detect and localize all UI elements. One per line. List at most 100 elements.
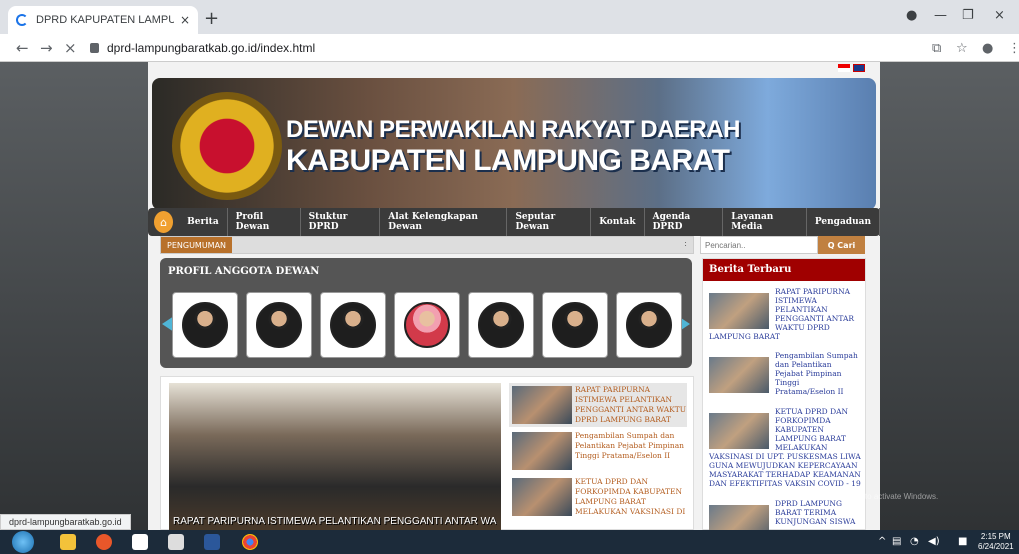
menu-item-agenda-dprd[interactable]: Agenda DPRD <box>645 208 724 236</box>
web-page: DEWAN PERWAKILAN RAKYAT DAERAH KABUPATEN… <box>0 62 1019 530</box>
star-icon[interactable]: ☆ <box>956 41 968 56</box>
site-container: DEWAN PERWAKILAN RAKYAT DAERAH KABUPATEN… <box>148 62 880 530</box>
member-card[interactable] <box>468 292 534 358</box>
menu-item-stuktur-dprd[interactable]: Stuktur DPRD <box>301 208 381 236</box>
chrome-icon[interactable] <box>242 534 258 550</box>
menu-item-alat-kelengkapan[interactable]: Alat Kelengkapan Dewan <box>380 208 508 236</box>
news-slider-item[interactable]: Pengambilan Sumpah dan Pelantikan Pejaba… <box>509 429 687 473</box>
announcement-label: PENGUMUMAN <box>161 237 233 253</box>
status-bar-url: dprd-lampungbaratkab.go.id <box>0 514 131 530</box>
tab-close-icon[interactable]: × <box>180 13 190 27</box>
member-profile-carousel: PROFIL ANGGOTA DEWAN <box>160 258 692 368</box>
volume-icon[interactable]: ◀) <box>928 536 940 547</box>
address-bar: ← → × dprd-lampungbaratkab.go.id/index.h… <box>0 34 1019 62</box>
menu-dots-icon[interactable]: ⋮ <box>1008 41 1019 56</box>
news-thumbnail <box>709 357 769 393</box>
stop-button[interactable]: × <box>64 39 77 57</box>
main-news-image[interactable]: RAPAT PARIPURNA ISTIMEWA PELANTIKAN PENG… <box>169 383 501 530</box>
menu-item-berita[interactable]: Berita <box>179 208 228 236</box>
back-button[interactable]: ← <box>16 39 29 57</box>
latest-news-tail[interactable]: LAMPUNG BARAT <box>709 332 861 341</box>
network-icon[interactable]: ▤ <box>892 536 901 547</box>
member-portrait <box>552 302 598 348</box>
loading-icon <box>16 14 28 26</box>
profile-icon[interactable]: ● <box>982 41 993 56</box>
profile-title: PROFIL ANGGOTA DEWAN <box>168 266 320 277</box>
news-thumbnail <box>512 432 572 470</box>
member-portrait <box>478 302 524 348</box>
latest-news-tail[interactable]: VAKSINASI DI UPT. PUSKESMAS LIWA GUNA ME… <box>709 452 861 488</box>
news-thumbnail <box>709 293 769 329</box>
windows-activation-watermark: Go to Settings to activate Windows. <box>812 492 939 501</box>
latest-news-item[interactable]: KETUA DPRD DAN FORKOPIMDA KABUPATEN LAMP… <box>709 407 861 488</box>
latest-news-text[interactable]: RAPAT PARIPURNA ISTIMEWA PELANTIKAN PENG… <box>775 287 861 332</box>
new-tab-button[interactable]: + <box>204 8 219 29</box>
notification-icon[interactable]: ■ <box>958 536 967 547</box>
latest-news-text[interactable]: KETUA DPRD DAN FORKOPIMDA KABUPATEN LAMP… <box>775 407 861 452</box>
member-portrait <box>330 302 376 348</box>
tab-title: DPRD KAPUPATEN LAMPUNG BA <box>36 14 174 26</box>
lock-icon <box>90 43 99 53</box>
latest-news-item[interactable]: RAPAT PARIPURNA ISTIMEWA PELANTIKAN PENG… <box>709 287 861 341</box>
member-card[interactable] <box>246 292 312 358</box>
member-card[interactable] <box>394 292 460 358</box>
news-slider-item[interactable]: RAPAT PARIPURNA ISTIMEWA PELANTIKAN PENG… <box>509 383 687 427</box>
wifi-icon[interactable]: ◔ <box>910 536 919 547</box>
latest-news-item[interactable]: Pengambilan Sumpah dan Pelantikan Pejaba… <box>709 351 861 396</box>
firefox-icon[interactable] <box>96 534 112 550</box>
forward-button[interactable]: → <box>40 39 53 57</box>
menu-item-layanan-media[interactable]: Layanan Media <box>723 208 807 236</box>
record-icon[interactable]: ● <box>906 8 917 23</box>
word-icon[interactable] <box>204 534 220 550</box>
latest-news-text[interactable]: DPRD LAMPUNG BARAT TERIMA KUNJUNGAN SISW… <box>775 499 861 526</box>
main-news-caption[interactable]: RAPAT PARIPURNA ISTIMEWA PELANTIKAN PENG… <box>173 516 497 527</box>
member-portrait <box>404 302 450 348</box>
home-icon[interactable]: ⌂ <box>154 211 174 233</box>
taskbar-clock[interactable]: 2:15 PM 6/24/2021 <box>978 532 1014 552</box>
member-portrait <box>256 302 302 348</box>
browser-tab-bar: DPRD KAPUPATEN LAMPUNG BA × + ● — ❐ × <box>0 0 1019 34</box>
search-input[interactable] <box>700 236 818 254</box>
language-flags <box>838 64 865 72</box>
close-window-button[interactable]: × <box>994 8 1005 23</box>
file-explorer-icon[interactable] <box>60 534 76 550</box>
notes-app-icon[interactable] <box>132 534 148 550</box>
url-text: dprd-lampungbaratkab.go.id/index.html <box>107 41 316 55</box>
windows-taskbar: ^ ▤ ◔ ◀) ■ 2:15 PM 6/24/2021 <box>0 530 1019 554</box>
background-left <box>0 62 148 530</box>
menu-item-pengaduan[interactable]: Pengaduan <box>807 208 880 236</box>
sidebar-title: Berita Terbaru <box>703 259 865 281</box>
search-button[interactable]: Q Cari <box>818 236 865 254</box>
clock-date: 6/24/2021 <box>978 542 1014 551</box>
url-field[interactable]: dprd-lampungbaratkab.go.id/index.html <box>90 38 950 58</box>
member-card[interactable] <box>616 292 682 358</box>
start-button-icon[interactable] <box>12 531 34 553</box>
clock-time: 2:15 PM <box>980 532 1011 541</box>
browser-tab[interactable]: DPRD KAPUPATEN LAMPUNG BA × <box>8 6 198 34</box>
news-slider-item[interactable]: KETUA DPRD DAN FORKOPIMDA KABUPATEN LAMP… <box>509 475 687 519</box>
store-icon[interactable] <box>168 534 184 550</box>
translate-icon[interactable]: ⧉ <box>932 41 941 56</box>
uk-flag-icon[interactable] <box>853 64 865 72</box>
menu-item-seputar-dewan[interactable]: Seputar Dewan <box>507 208 592 236</box>
announcement-close[interactable]: : <box>684 239 687 248</box>
menu-item-profil-dewan[interactable]: Profil Dewan <box>228 208 301 236</box>
tray-chevron-icon[interactable]: ^ <box>878 536 886 547</box>
site-banner: DEWAN PERWAKILAN RAKYAT DAERAH KABUPATEN… <box>152 78 876 210</box>
announcement-bar: PENGUMUMAN : <box>160 236 694 254</box>
news-slider-text: Pengambilan Sumpah dan Pelantikan Pejaba… <box>575 431 684 460</box>
member-card[interactable] <box>542 292 608 358</box>
maximize-button[interactable]: ❐ <box>962 8 974 23</box>
member-card[interactable] <box>172 292 238 358</box>
latest-news-text[interactable]: Pengambilan Sumpah dan Pelantikan Pejaba… <box>775 351 861 396</box>
minimize-button[interactable]: — <box>934 8 947 23</box>
indonesia-flag-icon[interactable] <box>838 64 850 72</box>
news-slider-text: KETUA DPRD DAN FORKOPIMDA KABUPATEN LAMP… <box>575 477 686 516</box>
news-thumbnail <box>709 505 769 530</box>
latest-news-item[interactable]: DPRD LAMPUNG BARAT TERIMA KUNJUNGAN SISW… <box>709 499 861 530</box>
member-card[interactable] <box>320 292 386 358</box>
background-right <box>877 62 1019 530</box>
menu-item-kontak[interactable]: Kontak <box>591 208 645 236</box>
main-menu: ⌂ Berita Profil Dewan Stuktur DPRD Alat … <box>148 208 880 236</box>
banner-title-line2: KABUPATEN LAMPUNG BARAT <box>286 144 730 177</box>
